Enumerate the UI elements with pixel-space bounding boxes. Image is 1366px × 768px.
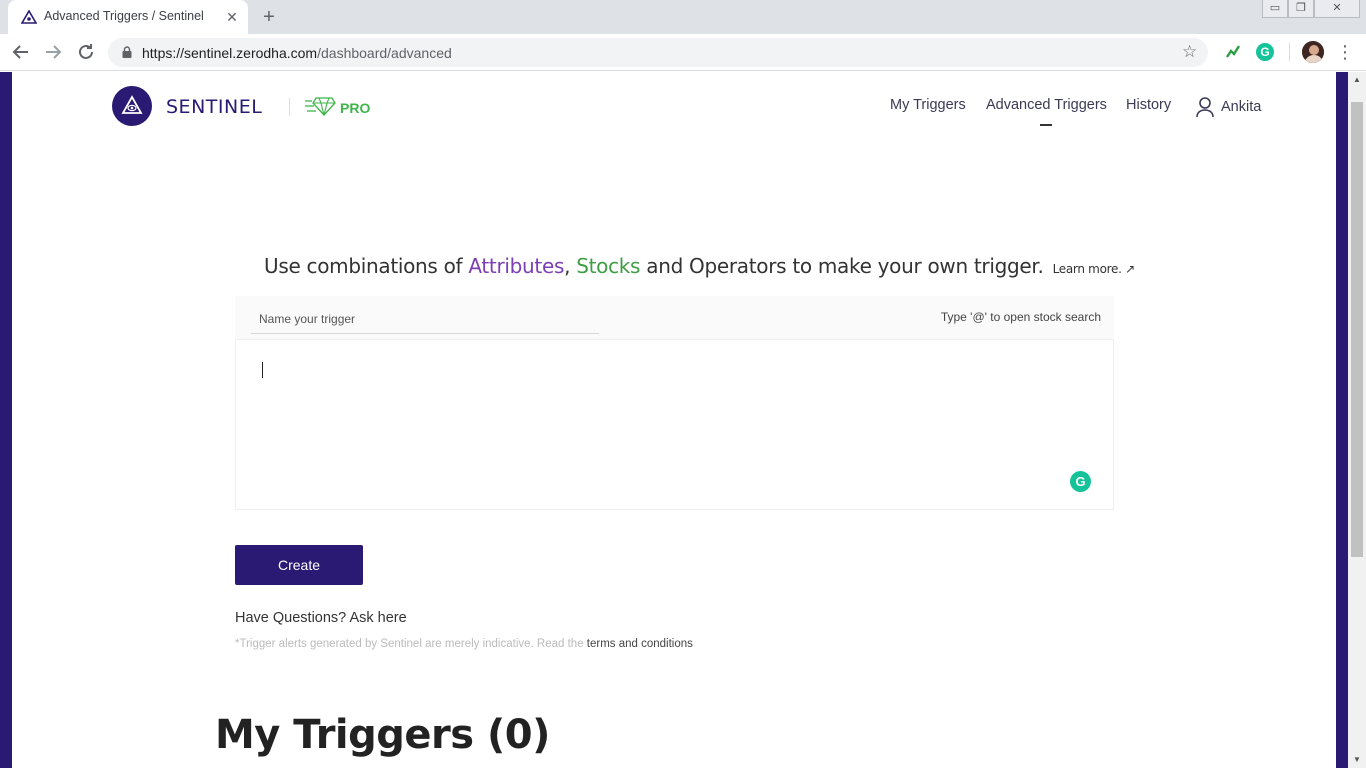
terms-link[interactable]: terms and conditions [587, 638, 693, 650]
nav-my-triggers[interactable]: My Triggers [890, 97, 966, 113]
star-icon[interactable]: ☆ [1182, 42, 1197, 62]
sentinel-logo-icon [21, 10, 37, 24]
learn-more-link[interactable]: Learn more. ↗ [1052, 262, 1136, 276]
external-link-icon: ↗ [1125, 262, 1135, 276]
tagline-suffix: and Operators to make your own trigger. [640, 254, 1044, 278]
close-window-button[interactable]: ✕ [1314, 0, 1360, 18]
window-controls: ▭ ❐ ✕ [1262, 0, 1360, 20]
nav-advanced-triggers[interactable]: Advanced Triggers [986, 97, 1107, 113]
profile-avatar[interactable] [1302, 41, 1324, 63]
tab-close-icon[interactable]: ✕ [223, 8, 241, 26]
new-tab-button[interactable]: + [258, 6, 280, 28]
scrollbar[interactable]: ▲ ▼ [1348, 72, 1366, 768]
tagline-stocks: Stocks [576, 254, 641, 278]
scrollbar-thumb[interactable] [1351, 102, 1363, 557]
browser-tab[interactable]: Advanced Triggers / Sentinel ✕ [8, 0, 248, 34]
header-divider [289, 98, 290, 116]
trigger-expression-editor[interactable]: G [235, 339, 1114, 510]
tagline-comma: , [564, 254, 577, 278]
left-border-stripe [0, 72, 12, 768]
tagline-prefix: Use combinations of [264, 254, 469, 278]
nav-active-indicator [1040, 124, 1052, 126]
toolbar-divider [1289, 43, 1290, 61]
sentinel-logo[interactable] [112, 86, 152, 126]
trigger-name-input[interactable] [251, 304, 599, 334]
user-icon[interactable] [1195, 96, 1215, 118]
brand-name[interactable]: SENTINEL [166, 96, 262, 118]
restore-button[interactable]: ❐ [1288, 0, 1314, 18]
page-viewport: ▲ ▼ SENTINEL PRO My Triggers Advanced Tr… [0, 72, 1366, 768]
url-text: https://sentinel.zerodha.com/dashboard/a… [142, 45, 452, 61]
disclaimer: *Trigger alerts generated by Sentinel ar… [235, 638, 693, 650]
url-path: /dashboard/advanced [317, 45, 452, 61]
avatar-image [1302, 41, 1324, 63]
url-host: https://sentinel.zerodha.com [142, 45, 318, 61]
my-triggers-heading: My Triggers (0) [215, 712, 550, 758]
text-caret [262, 362, 263, 378]
address-bar[interactable]: https://sentinel.zerodha.com/dashboard/a… [108, 38, 1208, 67]
more-menu-icon[interactable]: ⋮ [1336, 40, 1354, 64]
pro-label[interactable]: PRO [340, 100, 370, 116]
grammarly-extension-icon[interactable]: G [1256, 43, 1274, 61]
minimize-button[interactable]: ▭ [1262, 0, 1288, 18]
right-border-stripe [1336, 72, 1348, 768]
trigger-editor-header: Type '@' to open stock search [235, 296, 1114, 339]
browser-toolbar: https://sentinel.zerodha.com/dashboard/a… [0, 34, 1366, 100]
lock-icon [122, 46, 132, 58]
scroll-up-icon[interactable]: ▲ [1348, 72, 1366, 88]
create-button[interactable]: Create [235, 545, 363, 585]
arrow-right-icon[interactable] [41, 40, 65, 64]
diamond-icon [305, 97, 336, 116]
reload-icon[interactable] [74, 40, 98, 64]
nav-history[interactable]: History [1126, 97, 1171, 113]
tab-title: Advanced Triggers / Sentinel [44, 9, 204, 23]
browser-tab-bar: Advanced Triggers / Sentinel ✕ + ▭ ❐ ✕ [0, 0, 1366, 34]
arrow-left-icon[interactable] [9, 40, 33, 64]
disclaimer-text: *Trigger alerts generated by Sentinel ar… [235, 638, 587, 650]
tagline: Use combinations of Attributes, Stocks a… [264, 254, 1135, 278]
sentinel-logo-icon [121, 95, 143, 114]
scroll-down-icon[interactable]: ▼ [1348, 752, 1366, 768]
grammarly-icon[interactable]: G [1070, 471, 1091, 492]
questions-link[interactable]: Have Questions? Ask here [235, 610, 407, 626]
extension-icon[interactable] [1224, 42, 1244, 62]
stock-search-hint: Type '@' to open stock search [940, 310, 1101, 324]
learn-more-text: Learn more. [1052, 262, 1122, 276]
user-name[interactable]: Ankita [1221, 99, 1261, 115]
tagline-attributes: Attributes [468, 254, 565, 278]
